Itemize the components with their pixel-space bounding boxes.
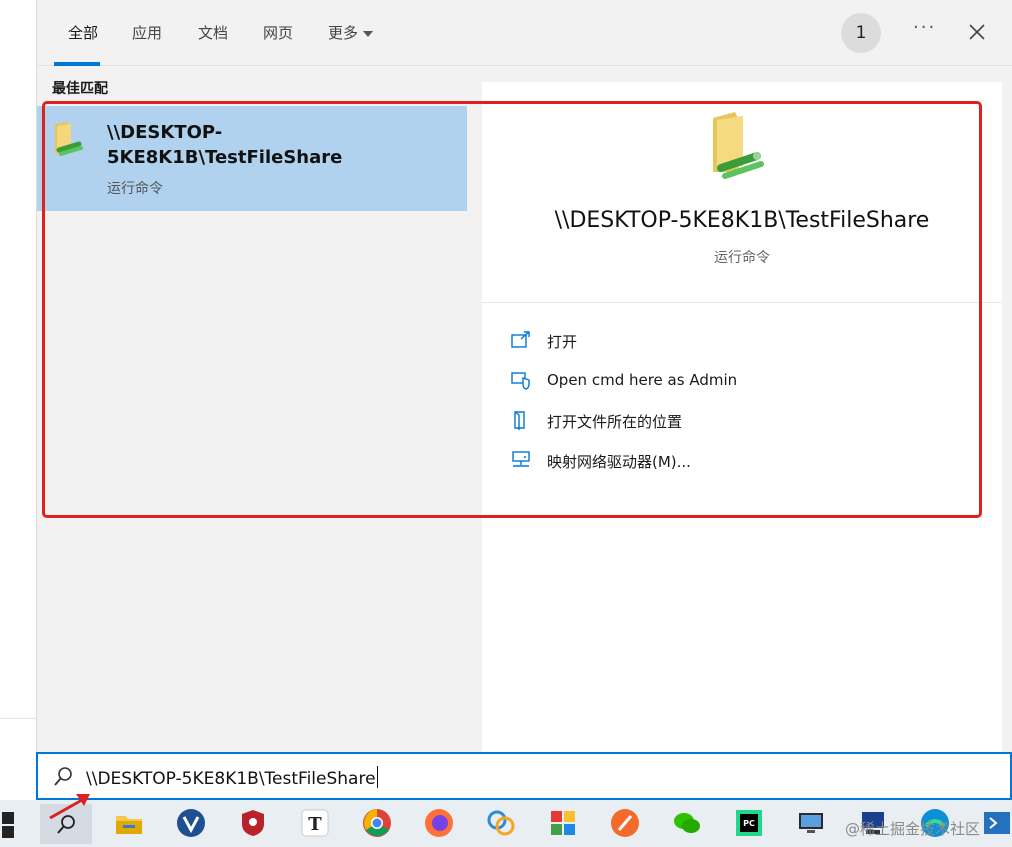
tab-all-label: 全部: [68, 24, 99, 42]
tab-documents[interactable]: 文档: [198, 22, 228, 43]
best-match-heading: 最佳匹配: [52, 81, 108, 97]
tab-web[interactable]: 网页: [263, 22, 293, 43]
windows-start-icon[interactable]: [0, 810, 16, 840]
search-box[interactable]: \\DESKTOP-5KE8K1B\TestFileShare: [36, 752, 1012, 800]
tab-documents-label: 文档: [198, 24, 229, 42]
chrome-icon[interactable]: [362, 808, 392, 838]
chevron-down-icon: [363, 30, 374, 37]
more-options-label: ···: [913, 17, 937, 38]
rewards-badge[interactable]: 1: [841, 13, 881, 53]
badge-count: 1: [855, 23, 867, 43]
text-cursor: [376, 766, 378, 788]
desktop-background: [0, 0, 36, 800]
vim-icon[interactable]: [176, 808, 206, 838]
tab-more[interactable]: 更多: [328, 22, 374, 43]
desktop-divider: [0, 718, 36, 719]
search-input-value: \\DESKTOP-5KE8K1B\TestFileShare: [86, 769, 376, 789]
tab-apps-label: 应用: [132, 24, 163, 42]
watermark: @稀土掘金技术社区: [845, 820, 981, 838]
tab-all[interactable]: 全部: [68, 22, 98, 43]
antivirus-icon[interactable]: [238, 808, 268, 838]
tab-apps[interactable]: 应用: [132, 22, 162, 43]
svg-text:PC: PC: [743, 819, 755, 828]
typora-icon[interactable]: T: [300, 808, 330, 838]
monitor-icon[interactable]: [796, 808, 826, 838]
more-options-button[interactable]: ···: [913, 17, 936, 38]
firefox-icon[interactable]: [424, 808, 454, 838]
powershell-icon[interactable]: [982, 808, 1012, 838]
annotation-arrow: [49, 794, 90, 820]
file-explorer-icon[interactable]: [114, 808, 144, 838]
feather-icon[interactable]: [610, 808, 640, 838]
svg-text:T: T: [308, 814, 322, 835]
active-tab-indicator: [54, 62, 100, 66]
search-icon: [54, 767, 72, 786]
search-input[interactable]: \\DESKTOP-5KE8K1B\TestFileShare: [86, 766, 378, 789]
close-icon[interactable]: [967, 22, 987, 42]
wechat-icon[interactable]: [672, 808, 702, 838]
search-tabs-bar: 全部 应用 文档 网页 更多 1 ···: [37, 0, 1012, 66]
tab-web-label: 网页: [263, 24, 294, 42]
annotation-highlight-box: [42, 101, 982, 518]
app-grid-icon[interactable]: [548, 808, 578, 838]
pycharm-icon[interactable]: PC: [734, 808, 764, 838]
app-icon[interactable]: [486, 808, 516, 838]
tab-more-label: 更多: [328, 24, 359, 42]
